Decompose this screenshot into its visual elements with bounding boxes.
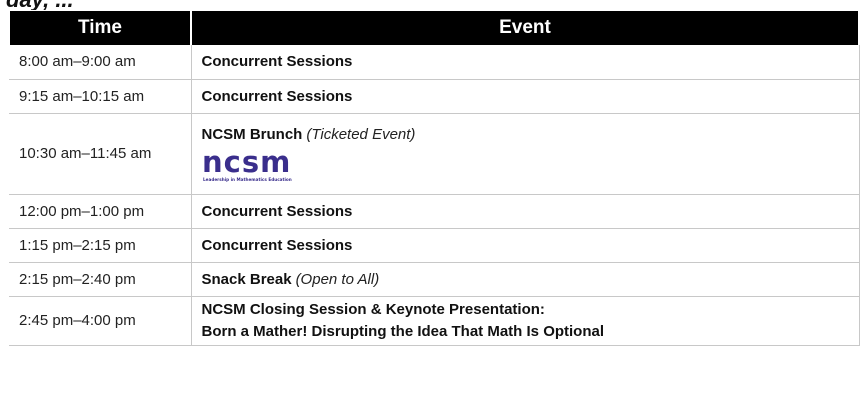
event-column-header: Event: [190, 11, 860, 45]
table-row: 9:15 am–10:15 am Concurrent Sessions: [9, 79, 860, 114]
event-cell: Concurrent Sessions: [191, 228, 860, 263]
table-row: 12:00 pm–1:00 pm Concurrent Sessions: [9, 194, 860, 229]
event-cell: Concurrent Sessions: [191, 194, 860, 229]
event-cell: NCSM Closing Session & Keynote Presentat…: [191, 296, 860, 346]
time-cell: 12:00 pm–1:00 pm: [9, 194, 192, 229]
time-cell: 9:15 am–10:15 am: [9, 79, 192, 114]
schedule-table: Time Event 8:00 am–9:00 am Concurrent Se…: [8, 11, 860, 346]
time-cell: 10:30 am–11:45 am: [9, 113, 192, 195]
event-cell: Snack Break (Open to All): [191, 262, 860, 297]
logo-wordmark: ncsm: [202, 149, 291, 179]
event-title: NCSM Closing Session & Keynote Presentat…: [201, 300, 545, 318]
time-cell: 2:15 pm–2:40 pm: [9, 262, 192, 297]
event-cell: NCSM Brunch (Ticketed Event) ncsm Leaders…: [191, 113, 860, 195]
event-note: (Open to All): [295, 270, 380, 288]
table-header-row: Time Event: [8, 11, 860, 45]
logo-tagline: Leadership in Mathematics Education: [203, 177, 292, 182]
table-row: 10:30 am–11:45 am NCSM Brunch (Ticketed E…: [9, 113, 860, 195]
ncsm-logo: ncsm Leadership in Mathematics Education: [202, 149, 849, 183]
table-row: 1:15 pm–2:15 pm Concurrent Sessions: [9, 228, 860, 263]
time-column-header: Time: [8, 11, 192, 45]
time-cell: 8:00 am–9:00 am: [9, 45, 192, 80]
time-cell: 1:15 pm–2:15 pm: [9, 228, 192, 263]
event-title: Snack Break: [201, 270, 292, 288]
event-title: NCSM Brunch: [201, 126, 303, 143]
table-row: 8:00 am–9:00 am Concurrent Sessions: [9, 45, 860, 80]
cropped-heading: day, ...: [0, 0, 866, 10]
event-subtitle: Born a Mather! Disrupting the Idea That …: [201, 322, 605, 340]
table-row: 2:45 pm–4:00 pm NCSM Closing Session & K…: [9, 296, 860, 346]
time-cell: 2:45 pm–4:00 pm: [9, 296, 192, 346]
event-cell: Concurrent Sessions: [191, 79, 860, 114]
table-row: 2:15 pm–2:40 pm Snack Break (Open to All): [9, 262, 860, 297]
event-note: (Ticketed Event): [306, 126, 416, 143]
event-cell: Concurrent Sessions: [191, 45, 860, 80]
